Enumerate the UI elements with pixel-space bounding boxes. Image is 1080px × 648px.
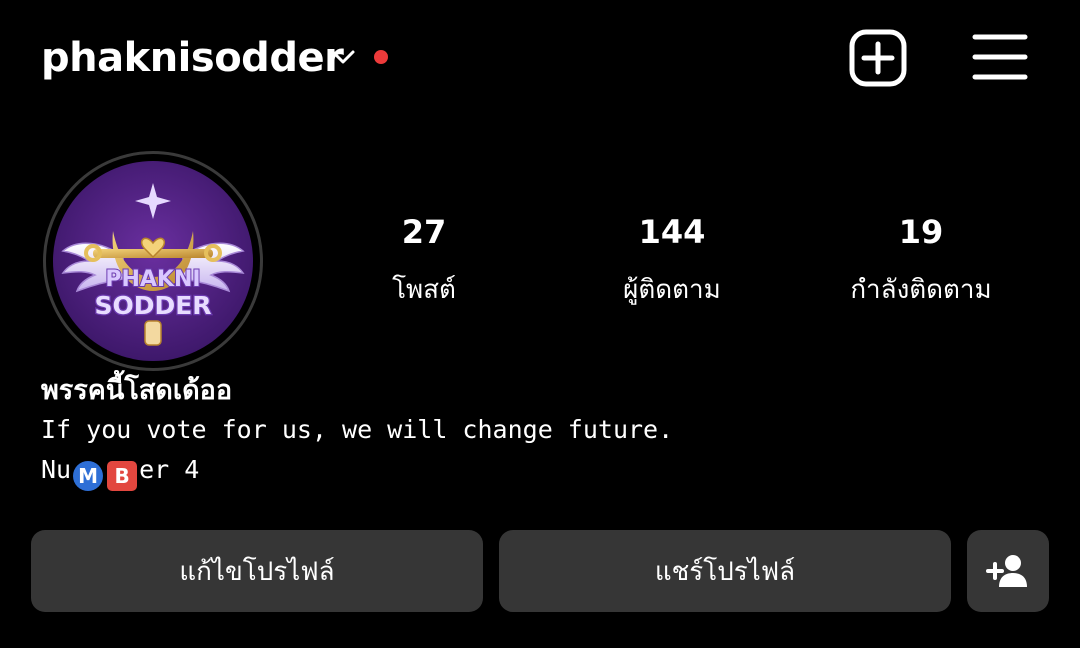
add-person-icon <box>986 555 1027 587</box>
avatar-logo-text-2: SODDER <box>94 291 211 320</box>
username[interactable]: phaknisodder <box>41 30 344 86</box>
stat-posts[interactable]: 27 โพสต์ <box>324 212 524 310</box>
profile-header: phaknisodder <box>0 0 1080 120</box>
following-count: 19 <box>898 213 944 251</box>
create-post-icon[interactable] <box>849 29 907 87</box>
profile-avatar[interactable]: PHAKNI SODDER <box>43 151 263 371</box>
stat-followers[interactable]: 144 ผู้ติดตาม <box>572 212 772 310</box>
following-label: กำลังติดตาม <box>850 275 992 305</box>
followers-label: ผู้ติดตาม <box>623 275 721 305</box>
discover-people-button[interactable] <box>967 530 1049 612</box>
m-emoji-icon: M <box>73 461 104 491</box>
b-emoji-icon: B <box>107 461 138 491</box>
hamburger-menu-icon[interactable] <box>972 33 1028 81</box>
posts-count: 27 <box>401 213 447 251</box>
bio-line-1: If you vote for us, we will change futur… <box>41 415 674 444</box>
share-profile-button[interactable]: แชร์โปรไฟล์ <box>499 530 951 612</box>
avatar-logo-image: PHAKNI SODDER <box>53 161 253 361</box>
bio-line-2-prefix: Nu <box>41 455 72 484</box>
profile-bio: พรรคนี้โสดเด้ออ If you vote for us, we w… <box>41 372 941 491</box>
edit-profile-label: แก้ไขโปรไฟล์ <box>179 556 335 587</box>
notification-dot <box>374 50 388 64</box>
share-profile-label: แชร์โปรไฟล์ <box>654 556 796 587</box>
posts-label: โพสต์ <box>392 275 456 305</box>
bio-line-2: Nu M Ber 4 <box>41 450 941 491</box>
bio-line-2-suffix: er 4 <box>139 455 200 484</box>
chevron-down-icon[interactable] <box>330 44 356 70</box>
display-name: พรรคนี้โสดเด้ออ <box>41 375 233 406</box>
followers-count: 144 <box>638 213 706 251</box>
avatar-logo-text-1: PHAKNI <box>105 267 200 292</box>
stat-following[interactable]: 19 กำลังติดตาม <box>821 212 1021 310</box>
edit-profile-button[interactable]: แก้ไขโปรไฟล์ <box>31 530 483 612</box>
